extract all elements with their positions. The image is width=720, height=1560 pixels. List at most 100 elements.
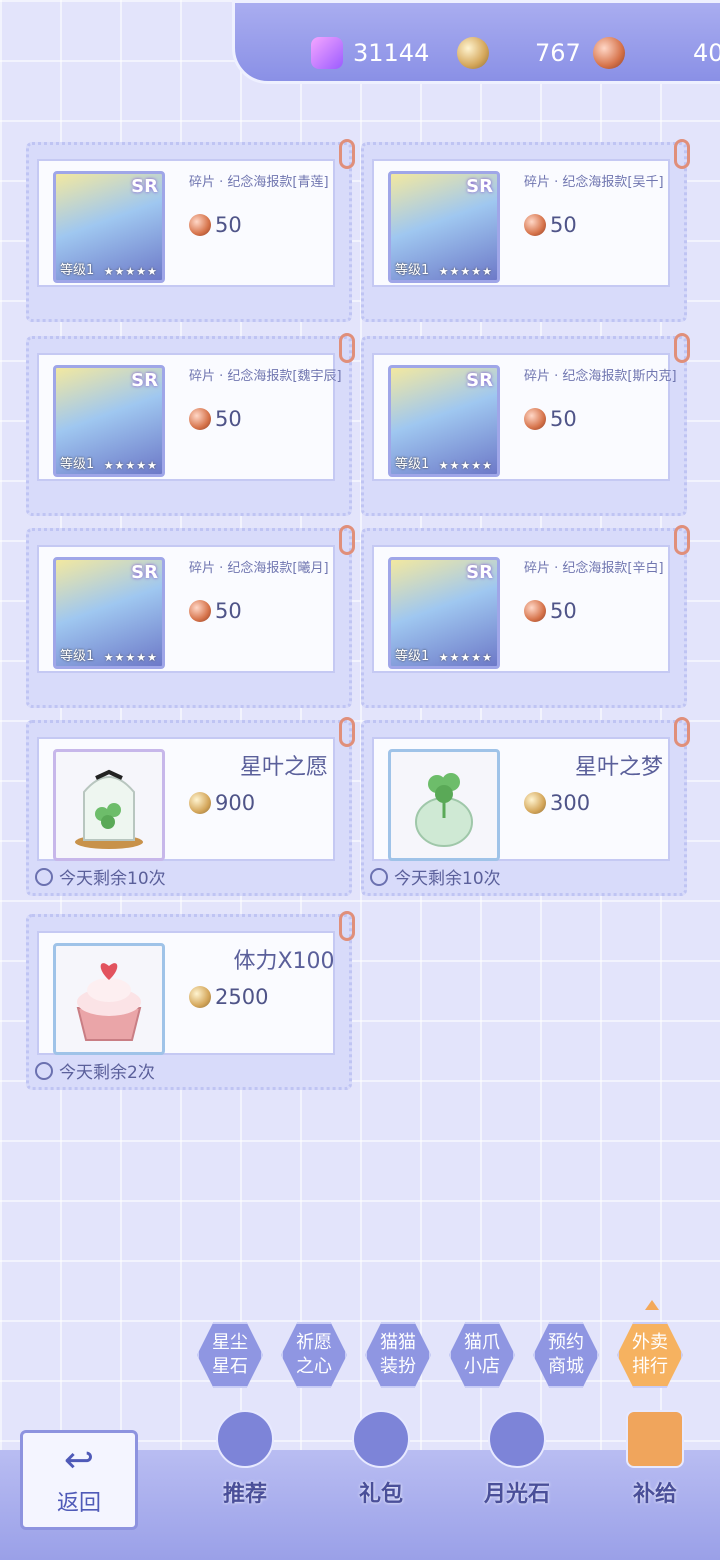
shop-card-4[interactable]: SR 等级1 ★★★★★ 碎片 · 纪念海报款[斯内克] 50 [361,333,690,516]
item-price: 50 [524,407,577,431]
shop-card-3[interactable]: SR 等级1 ★★★★★ 碎片 · 纪念海报款[魏宇辰] 50 [26,333,355,516]
item-name: 碎片 · 纪念海报款[吴千] [524,175,664,190]
moonstone-icon [488,1410,546,1468]
clock-icon [35,867,53,886]
star-rating: ★★★★★ [438,265,493,278]
shop-item-stamina[interactable]: 体力X100 2500 今天剩余2次 [26,911,355,1090]
coin-currency: 767 [457,33,581,73]
shop-item-wish[interactable]: 星叶之愿 900 今天剩余10次 [26,717,355,896]
tab-supply[interactable]: 补给 [600,1410,710,1508]
star-rating: ★★★★★ [103,651,158,664]
category-label: 猫猫装扮 [380,1332,416,1377]
clock-icon [370,867,388,886]
category-cat-outfit[interactable]: 猫猫装扮 [365,1322,431,1388]
tab-gift-pack[interactable]: 礼包 [326,1410,436,1508]
daily-limit-text: 今天剩余10次 [59,869,166,889]
daily-limit: 今天剩余10次 [35,864,166,889]
item-name: 星叶之愿 [239,755,328,780]
card-inner: SR 等级1 ★★★★★ 碎片 · 纪念海报款[青莲] 50 [37,159,335,287]
sr-badge: SR [131,370,158,391]
item-name: 碎片 · 纪念海报款[曦月] [189,561,329,576]
shop-card-5[interactable]: SR 等级1 ★★★★★ 碎片 · 纪念海报款[曦月] 50 [26,525,355,708]
card-inner: SR 等级1 ★★★★★ 碎片 · 纪念海报款[斯内克] 50 [372,353,677,481]
coin-icon [189,792,211,814]
category-label: 预约商城 [548,1332,584,1377]
sr-badge: SR [131,176,158,197]
category-label: 祈愿之心 [296,1332,332,1377]
shopping-bag-icon [626,1410,684,1468]
level-label: 等级1 [60,649,95,664]
item-name: 星叶之梦 [574,755,663,780]
level-label: 等级1 [395,263,430,278]
level-label: 等级1 [60,457,95,472]
star-rating: ★★★★★ [103,459,158,472]
moonstone-amount: 40 [693,39,720,67]
shop-card-2[interactable]: SR 等级1 ★★★★★ 碎片 · 纪念海报款[吴千] 50 [361,139,690,322]
poster-thumbnail: SR 等级1 ★★★★★ [53,365,165,477]
card-inner: 星叶之梦 300 [372,737,670,861]
poster-thumbnail: SR 等级1 ★★★★★ [388,171,500,283]
swan-icon [216,1410,274,1468]
shop-item-dream[interactable]: 星叶之梦 300 今天剩余10次 [361,717,690,896]
tab-label: 推荐 [222,1482,267,1507]
card-inner: SR 等级1 ★★★★★ 碎片 · 纪念海报款[辛白] 50 [372,545,670,673]
clock-icon [35,1061,53,1080]
gift-heart-icon [352,1410,410,1468]
moonstone-icon [524,408,546,430]
back-button[interactable]: ↩ 返回 [20,1430,138,1530]
paperclip-icon [674,525,690,555]
price-value: 50 [215,407,242,431]
paperclip-icon [339,911,355,941]
category-label: 外卖排行 [632,1332,668,1377]
price-value: 50 [550,213,577,237]
moonstone-icon [524,600,546,622]
moonstone-currency: 40 [593,33,720,73]
moonstone-icon [524,214,546,236]
moonstone-icon [189,408,211,430]
card-inner: SR 等级1 ★★★★★ 碎片 · 纪念海报款[魏宇辰] 50 [37,353,342,481]
category-delivery-rank[interactable]: 外卖排行 [617,1322,683,1388]
poster-thumbnail: SR 等级1 ★★★★★ [53,557,165,669]
shop-card-6[interactable]: SR 等级1 ★★★★★ 碎片 · 纪念海报款[辛白] 50 [361,525,690,708]
coin-amount: 767 [535,39,581,67]
swan-icon [311,37,343,69]
item-price: 900 [189,791,255,815]
item-price: 50 [189,407,242,431]
active-category-caret [645,1300,659,1310]
shop-card-1[interactable]: SR 等级1 ★★★★★ 碎片 · 纪念海报款[青莲] 50 [26,139,355,322]
tab-recommend[interactable]: 推荐 [190,1410,300,1508]
tab-label: 补给 [632,1482,677,1507]
clover-bowl-icon [415,773,473,847]
paperclip-icon [339,139,355,169]
category-reserve-mall[interactable]: 预约商城 [533,1322,599,1388]
item-price: 2500 [189,985,268,1009]
sr-badge: SR [466,562,493,583]
paperclip-icon [339,333,355,363]
price-value: 2500 [215,985,269,1009]
moonstone-icon [189,214,211,236]
item-name: 体力X100 [233,949,335,974]
item-price: 50 [189,213,242,237]
moonstone-icon [189,600,211,622]
category-label: 猫爪小店 [464,1332,500,1377]
level-label: 等级1 [395,457,430,472]
level-label: 等级1 [395,649,430,664]
price-value: 900 [215,791,256,815]
price-value: 50 [215,599,242,623]
cupcake-icon [76,963,142,1041]
paperclip-icon [339,525,355,555]
item-price: 50 [524,599,577,623]
swan-currency[interactable]: 31144 [311,33,429,73]
card-inner: 星叶之愿 900 [37,737,335,861]
card-inner: SR 等级1 ★★★★★ 碎片 · 纪念海报款[吴千] 50 [372,159,670,287]
item-name: 碎片 · 纪念海报款[青莲] [189,175,329,190]
category-stardust[interactable]: 星尘星石 [197,1322,263,1388]
price-value: 50 [550,599,577,623]
clover-jar-image [53,749,165,861]
category-paw-shop[interactable]: 猫爪小店 [449,1322,515,1388]
tab-moonstone[interactable]: 月光石 [462,1410,572,1508]
category-wish-heart[interactable]: 祈愿之心 [281,1322,347,1388]
price-value: 50 [215,213,242,237]
card-inner: 体力X100 2500 [37,931,335,1055]
paperclip-icon [674,717,690,747]
